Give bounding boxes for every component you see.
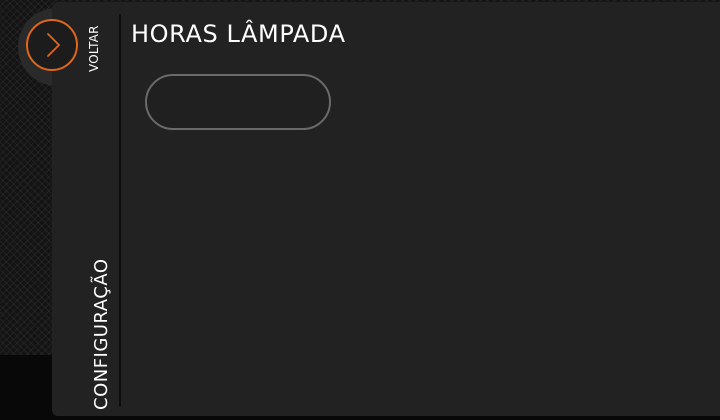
page-title: HORAS LÂMPADA — [131, 20, 346, 48]
back-label[interactable]: VOLTAR — [87, 25, 101, 72]
sidebar-divider — [119, 14, 121, 406]
chevron-right-icon — [47, 33, 60, 57]
back-button[interactable] — [26, 19, 78, 71]
section-label: CONFIGURAÇÃO — [91, 258, 112, 411]
screen: VOLTAR CONFIGURAÇÃO HORAS LÂMPADA — [0, 0, 720, 420]
main-panel — [52, 2, 720, 416]
lamp-hours-field[interactable] — [145, 74, 331, 130]
